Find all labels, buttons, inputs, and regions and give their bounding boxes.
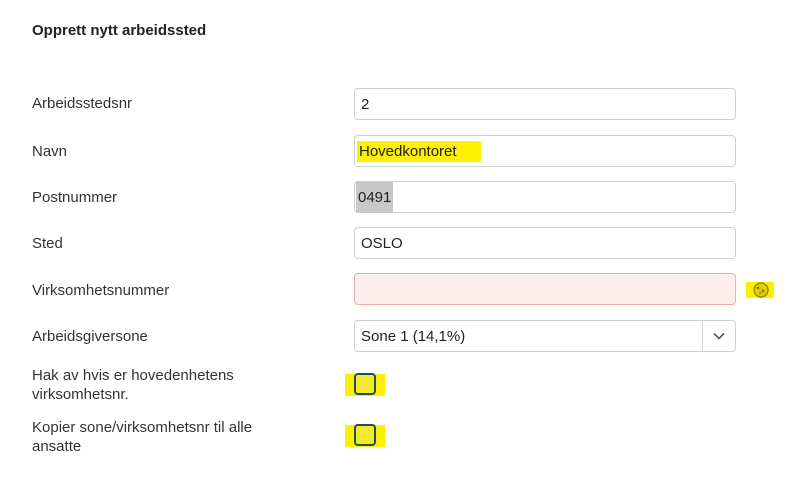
navn-label: Navn <box>32 143 68 160</box>
virksomhetsnummer-label: Virksomhetsnummer <box>32 282 170 299</box>
chevron-down-icon <box>713 332 725 340</box>
alert-circle-icon <box>746 282 774 298</box>
kopier-label: Kopier sone/virksomhetsnr til alle ansat… <box>32 419 253 455</box>
arbeidsgiversone-select[interactable]: Sone 1 (14,1%) <box>354 320 736 352</box>
navn-value: Hovedkontoret <box>357 140 481 162</box>
hovedenhet-checkbox[interactable] <box>345 372 385 398</box>
postnummer-value: 0491 <box>356 181 394 213</box>
page-title: Opprett nytt arbeidssted <box>32 22 207 39</box>
arbeidsstedsnr-input[interactable]: 2 <box>354 88 736 120</box>
checkbox-box[interactable] <box>354 373 376 395</box>
dropdown-toggle[interactable] <box>702 321 735 351</box>
navn-input[interactable]: Hovedkontoret <box>354 135 736 167</box>
arbeidsgiversone-value: Sone 1 (14,1%) <box>361 327 466 345</box>
sted-input[interactable]: OSLO <box>354 227 736 259</box>
checkbox-box[interactable] <box>354 424 376 446</box>
sted-value: OSLO <box>361 234 403 252</box>
arbeidsstedsnr-label: Arbeidsstedsnr <box>32 95 133 112</box>
virksomhetsnummer-input[interactable] <box>354 273 736 305</box>
arbeidsstedsnr-value: 2 <box>361 95 370 113</box>
sted-label: Sted <box>32 235 63 252</box>
hovedenhet-label: Hak av hvis er hovedenhetens virksomhets… <box>32 367 234 403</box>
postnummer-label: Postnummer <box>32 189 118 206</box>
arbeidsgiversone-label: Arbeidsgiversone <box>32 328 148 345</box>
postnummer-input[interactable]: 0491 <box>354 181 736 213</box>
kopier-checkbox[interactable] <box>345 423 385 449</box>
